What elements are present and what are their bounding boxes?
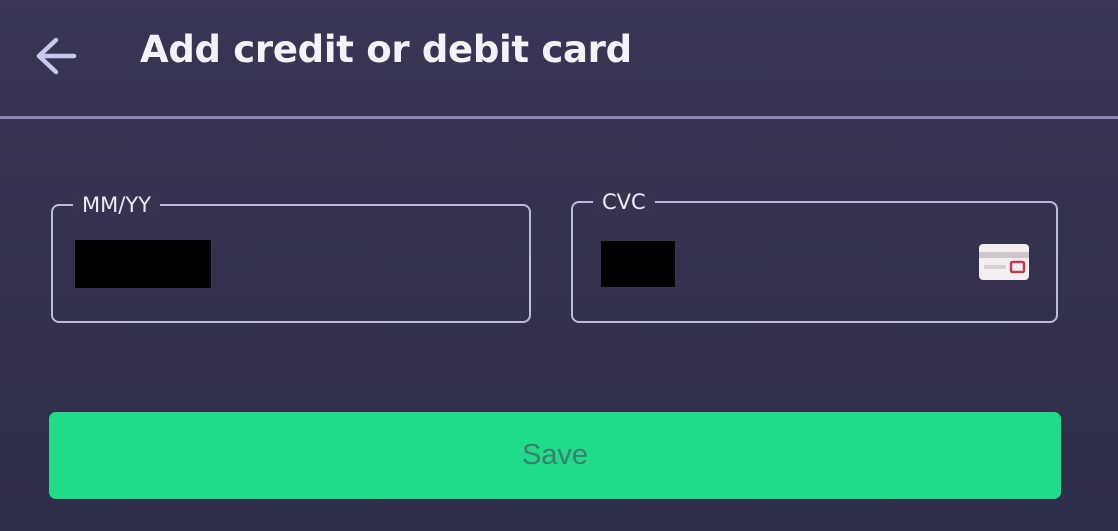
cvc-field[interactable]: CVC bbox=[571, 189, 1058, 323]
save-button[interactable]: Save bbox=[49, 412, 1061, 499]
redacted-cvc-value bbox=[601, 241, 675, 287]
back-button[interactable] bbox=[30, 33, 82, 79]
arrow-left-icon bbox=[36, 37, 77, 75]
page-title: Add credit or debit card bbox=[140, 28, 632, 71]
header-divider bbox=[0, 116, 1118, 119]
app-header: Add credit or debit card bbox=[0, 0, 1118, 116]
card-cvc-icon bbox=[979, 244, 1029, 280]
cvc-label: CVC bbox=[593, 189, 655, 215]
save-button-label: Save bbox=[521, 439, 589, 471]
expiry-field[interactable]: MM/YY bbox=[51, 192, 531, 323]
redacted-expiry-value bbox=[75, 240, 211, 288]
expiry-label: MM/YY bbox=[73, 192, 160, 218]
